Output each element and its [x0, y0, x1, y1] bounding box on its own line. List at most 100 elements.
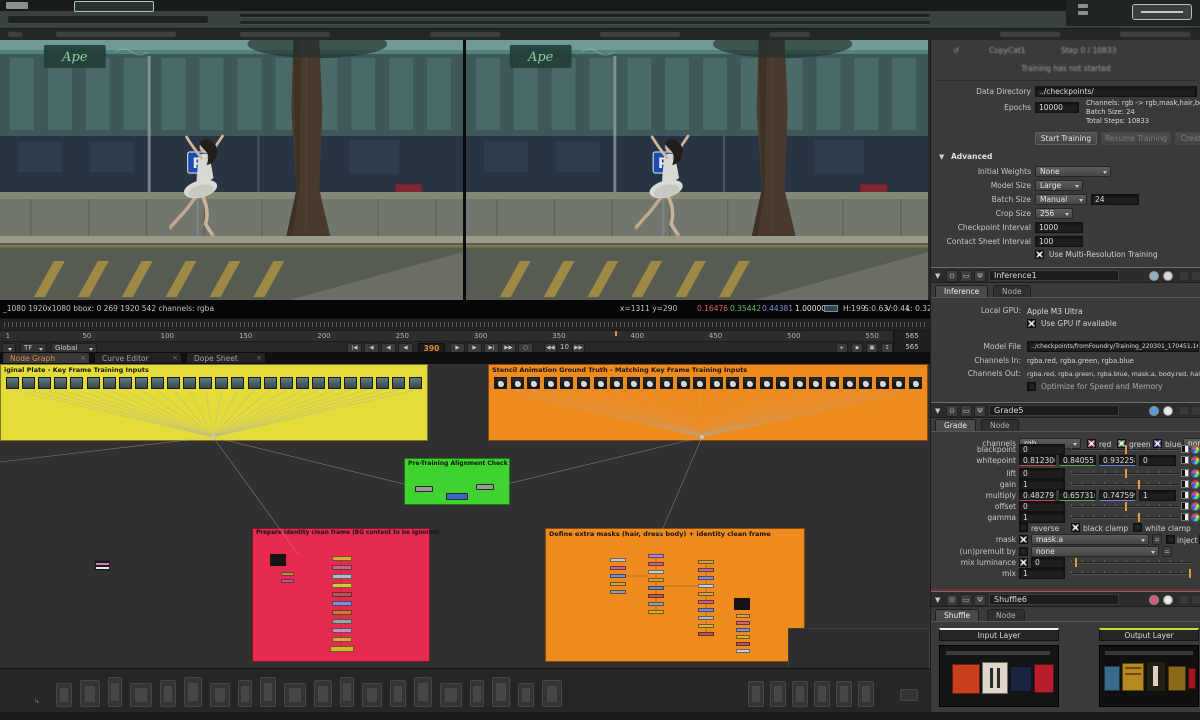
shelf-node-thumbnail[interactable] — [542, 680, 562, 707]
keyframe-thumb[interactable] — [328, 377, 341, 389]
stencil-keyframe-thumb[interactable] — [594, 377, 607, 389]
input-layer-header[interactable]: Input Layer — [939, 628, 1059, 641]
viewer-gamma-control[interactable] — [430, 32, 500, 37]
keyframe-thumb[interactable] — [215, 377, 228, 389]
tab-node[interactable]: Node — [987, 609, 1025, 621]
node-graph-overview-panel[interactable] — [788, 628, 930, 668]
transport-play-button-3[interactable]: ▶▶ — [501, 343, 516, 353]
graph-node[interactable] — [698, 584, 714, 588]
whitepoint-field-0[interactable]: 0.812306 — [1019, 455, 1056, 466]
graph-node[interactable] — [648, 578, 664, 582]
mask-channel-dropdown[interactable]: mask.a — [1031, 534, 1149, 545]
black-clamp-checkbox[interactable] — [1071, 523, 1080, 532]
graph-node[interactable] — [698, 560, 714, 564]
shelf-node-thumbnail[interactable] — [340, 677, 354, 707]
graph-node[interactable] — [332, 583, 352, 588]
blackpoint-slider[interactable] — [1071, 445, 1179, 454]
graph-node[interactable] — [648, 602, 664, 606]
channel-indicator-icon-2[interactable] — [1163, 271, 1173, 281]
graph-node[interactable] — [734, 598, 750, 610]
initial-weights-dropdown[interactable]: None — [1035, 166, 1111, 177]
mix-luminance-checkbox[interactable] — [1019, 558, 1028, 567]
viewer-image-right[interactable]: Ape P — [466, 40, 928, 300]
mask-equals-button[interactable]: = — [1152, 534, 1162, 545]
step-back-button[interactable]: ◀◀ — [544, 343, 557, 353]
output-layer-header[interactable]: Output Layer — [1099, 628, 1199, 641]
graph-node[interactable] — [698, 592, 714, 596]
shelf-node-thumbnail[interactable] — [284, 683, 306, 707]
graph-node[interactable] — [736, 628, 750, 632]
contact-sheet-interval-field[interactable]: 100 — [1035, 236, 1083, 247]
multiply-colorwheel-button[interactable] — [1191, 491, 1200, 500]
shelf-node-thumbnail[interactable] — [770, 681, 786, 707]
node-tree-icon[interactable]: Ψ — [974, 270, 986, 282]
transport-rewind-button-2[interactable]: ◀ — [381, 343, 396, 353]
graph-node[interactable] — [610, 558, 626, 562]
mask-checkbox[interactable] — [1019, 535, 1028, 544]
window-menu-button[interactable] — [1132, 4, 1192, 20]
stencil-keyframe-thumb[interactable] — [826, 377, 839, 389]
keyframe-thumb[interactable] — [296, 377, 309, 389]
lift-slider[interactable] — [1071, 469, 1179, 478]
keyframe-thumb[interactable] — [167, 377, 180, 389]
keyframe-thumb[interactable] — [409, 377, 422, 389]
graph-node[interactable] — [330, 646, 354, 652]
shelf-node-thumbnail[interactable] — [440, 683, 462, 707]
transport-rewind-button-0[interactable]: |◀ — [347, 343, 362, 353]
gamma-slider[interactable] — [1071, 513, 1179, 522]
stencil-keyframe-thumb[interactable] — [909, 377, 922, 389]
frame-increment-value[interactable]: 10 — [560, 343, 569, 351]
stencil-keyframe-thumb[interactable] — [527, 377, 540, 389]
white-clamp-checkbox[interactable] — [1133, 523, 1142, 532]
graph-node[interactable] — [698, 600, 714, 604]
tab-shuffle[interactable]: Shuffle — [935, 609, 979, 621]
graph-node[interactable] — [332, 637, 352, 642]
node-name-field[interactable]: Shuffle6 — [989, 594, 1119, 605]
graph-node[interactable] — [736, 649, 750, 653]
transport-rewind-button-1[interactable]: ◀ — [364, 343, 379, 353]
graph-node[interactable] — [332, 565, 352, 570]
frame-display-mode-dropdown[interactable]: TF — [20, 343, 47, 353]
shelf-node-thumbnail[interactable] — [414, 677, 432, 707]
playback-option-icon-3[interactable]: ↧ — [881, 343, 893, 353]
multiply-field-2[interactable]: 0.747599 — [1099, 490, 1136, 501]
create-inference-button[interactable]: Create Inference — [1175, 132, 1200, 145]
data-directory-field[interactable]: ../checkpoints/ — [1035, 86, 1197, 97]
shelf-node-thumbnail[interactable] — [362, 683, 382, 707]
stencil-keyframe-thumb[interactable] — [660, 377, 673, 389]
graph-node[interactable] — [698, 632, 714, 636]
keyframe-thumb[interactable] — [54, 377, 67, 389]
lift-field[interactable]: 0 — [1019, 468, 1065, 479]
undo-icon[interactable] — [1179, 595, 1189, 605]
multiply-field-3[interactable]: 1 — [1139, 490, 1176, 501]
shelf-node-thumbnail[interactable] — [210, 683, 230, 707]
center-node-icon[interactable]: ⊙ — [946, 594, 958, 606]
stencil-keyframe-thumb[interactable] — [511, 377, 524, 389]
shelf-node-thumbnail[interactable] — [858, 681, 874, 707]
graph-node[interactable] — [610, 566, 626, 570]
graph-node[interactable] — [648, 562, 664, 566]
stencil-keyframe-thumb[interactable] — [610, 377, 623, 389]
stencil-keyframe-thumb[interactable] — [843, 377, 856, 389]
whitepoint-field-2[interactable]: 0.932258 — [1099, 455, 1136, 466]
playhead-marker[interactable] — [615, 331, 617, 336]
keyframe-thumb[interactable] — [119, 377, 132, 389]
shelf-node-thumbnail[interactable] — [238, 680, 252, 707]
stencil-keyframe-thumb[interactable] — [776, 377, 789, 389]
graph-node[interactable] — [332, 556, 352, 561]
shelf-node-thumbnail[interactable] — [792, 681, 808, 707]
shelf-node-thumbnail[interactable] — [492, 677, 510, 707]
multiply-field-0[interactable]: 0.482791 — [1019, 490, 1056, 501]
offset-colorwheel-button[interactable] — [1191, 502, 1200, 511]
mix-field[interactable]: 1 — [1019, 568, 1065, 579]
offset-swatch-button[interactable] — [1181, 502, 1189, 510]
mix-luminance-slider[interactable] — [1071, 558, 1191, 567]
blackpoint-field[interactable]: 0 — [1019, 444, 1065, 455]
stencil-keyframe-thumb[interactable] — [677, 377, 690, 389]
stencil-keyframe-thumb[interactable] — [693, 377, 706, 389]
blackpoint-swatch-button[interactable] — [1181, 445, 1189, 453]
keyframe-thumb[interactable] — [87, 377, 100, 389]
graph-node[interactable] — [648, 610, 664, 614]
stencil-keyframe-thumb[interactable] — [859, 377, 872, 389]
gain-colorwheel-button[interactable] — [1191, 480, 1200, 489]
